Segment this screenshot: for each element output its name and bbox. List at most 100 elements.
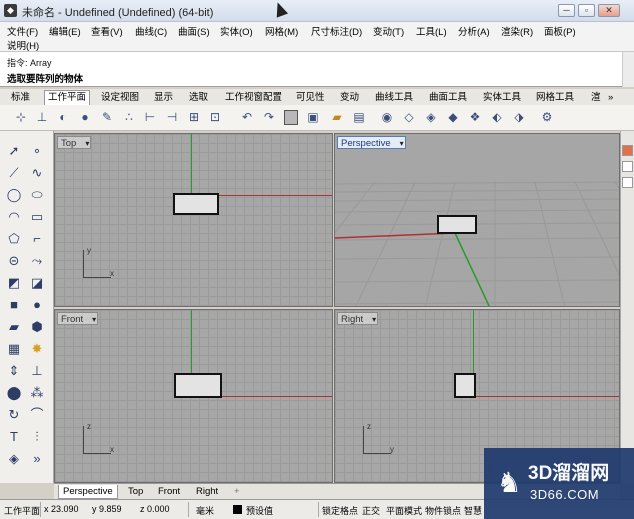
viewport-perspective[interactable]: Perspective ▾ [334,133,620,307]
text-object-icon[interactable]: T [6,429,22,445]
box-object[interactable] [437,215,477,234]
arc-icon[interactable]: ◠ [6,209,22,225]
viewport-label-top[interactable]: Top ▾ [57,136,92,149]
cplane-left-icon[interactable]: ⬖ [490,110,504,125]
curve-edit-icon[interactable]: ⤳ [29,253,45,269]
array-icon[interactable]: ⫶ [29,429,45,445]
viewport-front[interactable]: Front ▾ z x [54,309,333,483]
close-icon[interactable]: ✕ [598,4,620,17]
cplane-right-icon[interactable]: ◆ [446,110,460,125]
panel-layers-icon[interactable] [622,161,633,172]
rotate-icon[interactable]: ↻ [6,407,22,423]
tab-surface-tools[interactable]: 曲面工具 [426,91,470,105]
menu-analyze[interactable]: 分析(A) [458,24,490,38]
eye-icon[interactable]: ◉ [380,110,394,125]
tab-render[interactable]: 渲 [588,91,604,105]
cplane-elevation-icon[interactable]: ⊥ [35,110,49,125]
cplane-world-icon[interactable]: ⊡ [208,110,222,125]
render-icon[interactable]: ◈ [6,451,22,467]
curve-icon[interactable]: ∿ [29,165,45,181]
boolean-union-icon[interactable]: ⬤ [6,385,22,401]
viewport-tab-right[interactable]: Right [192,485,222,499]
solid-edit-icon[interactable]: ⬢ [29,319,45,335]
cplane-origin-icon[interactable]: ⊹ [14,110,28,125]
viewport-label-perspective[interactable]: Perspective ▾ [337,136,406,149]
status-ortho[interactable]: 正交 [362,504,380,517]
menu-transform[interactable]: 变动(T) [373,24,404,38]
cplane-undo-icon[interactable]: ↶ [240,110,254,125]
tabs-overflow-icon[interactable]: » [605,91,616,105]
menu-render[interactable]: 渲染(R) [501,24,533,38]
menu-view[interactable]: 查看(V) [91,24,123,38]
menu-help[interactable]: 说明(H) [7,38,39,52]
viewport-top[interactable]: Top ▾ y x [54,133,333,307]
select-arrow-icon[interactable]: ➚ [6,143,22,159]
cplane-rotate-icon[interactable]: ◐ [56,110,70,125]
polyline-icon[interactable]: ⟋ [6,165,22,181]
fillet-curve-icon[interactable]: ⌐ [29,231,45,247]
cplane-settings-icon[interactable]: ⚙ [540,110,554,125]
rectangle-icon[interactable]: ▭ [29,209,45,225]
menu-edit[interactable]: 编辑(E) [49,24,81,38]
viewport-label-front[interactable]: Front ▾ [57,312,99,325]
cplane-grid-icon[interactable] [284,110,298,125]
status-smarttrack[interactable]: 智慧 [464,504,482,517]
menu-panels[interactable]: 面板(P) [544,24,576,38]
tab-select[interactable]: 选取 [186,91,211,105]
menu-mesh[interactable]: 网格(M) [265,24,298,38]
layer-color-swatch[interactable] [233,505,242,514]
cplane-bottom-icon[interactable]: ⬗ [512,110,526,125]
named-cplane-icon[interactable]: ▤ [352,110,366,125]
status-planar[interactable]: 平面模式 [386,504,422,517]
cplane-curve-icon[interactable]: ✎ [100,110,114,125]
menu-dimension[interactable]: 尺寸标注(D) [311,24,362,38]
tab-mesh-tools[interactable]: 网格工具 [533,91,577,105]
menu-curve[interactable]: 曲线(C) [135,24,167,38]
box-object[interactable] [173,193,219,215]
tab-transform[interactable]: 变动 [337,91,362,105]
ellipse-icon[interactable]: ⬭ [29,187,45,203]
menu-tools[interactable]: 工具(L) [416,24,447,38]
command-area[interactable]: 指令: Array 选取要阵列的物体 [0,52,634,87]
tab-standard[interactable]: 标准 [8,91,33,105]
menu-surface[interactable]: 曲面(S) [178,24,210,38]
sphere-icon[interactable]: ● [29,297,45,313]
box-object[interactable] [174,373,222,398]
cplane-object-icon[interactable]: ● [78,110,92,125]
point-icon[interactable]: ∘ [29,143,45,159]
menu-solid[interactable]: 实体(O) [220,24,253,38]
boolean-split-icon[interactable]: ⁂ [29,385,45,401]
command-scrollbar[interactable] [622,52,634,87]
status-layer[interactable]: 预设值 [246,504,273,517]
dimension-icon[interactable]: ⊥ [29,363,45,379]
add-viewport-icon[interactable]: + [230,485,244,499]
panel-display-icon[interactable] [622,177,633,188]
open-folder-icon[interactable]: ▰ [330,110,344,125]
arc-curve-icon[interactable]: ⌒ [29,407,45,423]
cplane-top-icon[interactable]: ◇ [402,110,416,125]
menu-file[interactable]: 文件(F) [7,24,38,38]
cplane-redo-icon[interactable]: ↷ [262,110,276,125]
panel-properties-icon[interactable] [622,145,633,156]
viewport-tab-front[interactable]: Front [154,485,184,499]
save-cplane-icon[interactable]: ▣ [306,110,320,125]
circle-icon[interactable]: ◯ [6,187,22,203]
box-icon[interactable]: ■ [6,297,22,313]
viewport-tab-perspective[interactable]: Perspective [58,485,118,499]
polygon-icon[interactable]: ⬠ [6,231,22,247]
viewport-tab-top[interactable]: Top [124,485,147,499]
status-grid-snap[interactable]: 锁定格点 [322,504,358,517]
tab-visibility[interactable]: 可见性 [293,91,328,105]
tab-curve-tools[interactable]: 曲线工具 [372,91,416,105]
surface-loft-icon[interactable]: ◪ [29,275,45,291]
cplane-back-icon[interactable]: ❖ [468,110,482,125]
cplane-3point-icon[interactable]: ∴ [122,110,136,125]
extrude-icon[interactable]: ▰ [6,319,22,335]
cplane-x-axis-icon[interactable]: ⊢ [143,110,157,125]
palette-more-icon[interactable]: » [29,451,45,467]
offset-icon[interactable]: ⊝ [6,253,22,269]
restore-icon[interactable]: ▫ [578,4,595,17]
minimize-icon[interactable]: ─ [558,4,575,17]
tab-viewport-layout[interactable]: 工作视窗配置 [222,91,285,105]
viewport-label-right[interactable]: Right ▾ [337,312,379,325]
